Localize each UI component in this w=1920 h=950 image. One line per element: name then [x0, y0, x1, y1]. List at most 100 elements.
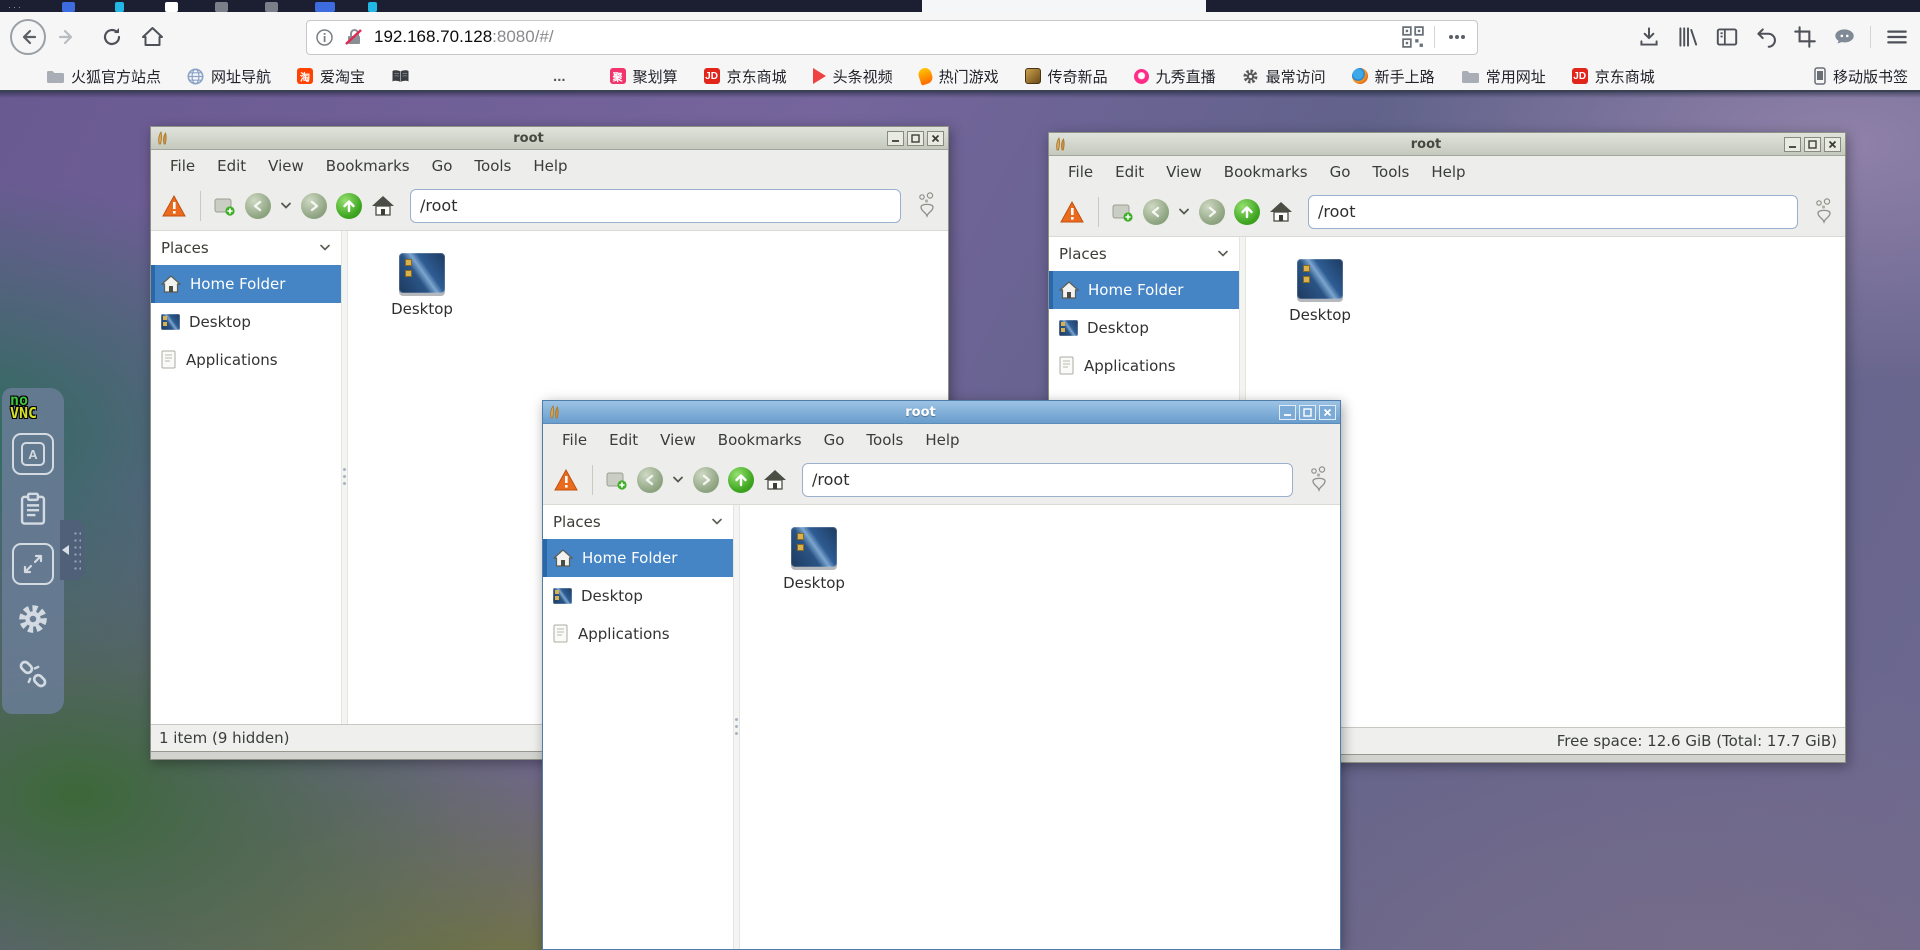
- pointer-tool-icon[interactable]: [1813, 197, 1835, 226]
- history-dropdown-icon[interactable]: [672, 476, 684, 484]
- file-item-desktop[interactable]: Desktop: [1282, 259, 1358, 324]
- new-tab-icon[interactable]: [214, 196, 236, 216]
- bookmark-item[interactable]: 九秀直播: [1133, 66, 1216, 87]
- menu-tools[interactable]: Tools: [463, 157, 522, 175]
- pane-splitter[interactable]: [341, 231, 348, 724]
- up-button[interactable]: [336, 192, 362, 219]
- sidebar-item-desktop[interactable]: Desktop: [543, 577, 733, 615]
- clipboard-button[interactable]: [12, 488, 54, 530]
- bookmark-item[interactable]: 火狐官方站点: [46, 66, 161, 87]
- disconnect-button[interactable]: [12, 653, 54, 695]
- places-header[interactable]: Places: [1049, 237, 1239, 271]
- menu-file[interactable]: File: [159, 157, 206, 175]
- close-button[interactable]: [1319, 404, 1336, 420]
- back-button[interactable]: [10, 19, 46, 55]
- history-dropdown-icon[interactable]: [1178, 208, 1190, 216]
- sidebar-item-home-folder[interactable]: Home Folder: [1049, 271, 1239, 309]
- menu-help[interactable]: Help: [914, 431, 970, 449]
- close-button[interactable]: [1824, 136, 1841, 152]
- back-button[interactable]: [1143, 198, 1169, 225]
- home-button[interactable]: [371, 195, 395, 217]
- reload-button[interactable]: [98, 26, 126, 48]
- bookmark-item[interactable]: 头条视频: [812, 66, 893, 87]
- file-item-desktop[interactable]: Desktop: [776, 527, 852, 592]
- sidebar-toggle-icon[interactable]: [1714, 24, 1740, 50]
- forward-button[interactable]: [52, 27, 82, 47]
- library-icon[interactable]: [1675, 24, 1701, 50]
- site-info-icon[interactable]: [315, 28, 334, 47]
- path-input[interactable]: [410, 188, 901, 223]
- menu-go[interactable]: Go: [421, 157, 464, 175]
- bookmark-item[interactable]: 聚聚划算: [609, 66, 678, 87]
- sidebar-item-desktop[interactable]: Desktop: [1049, 309, 1239, 347]
- mobile-bookmarks-item[interactable]: 移动版书签: [1814, 66, 1908, 87]
- chat-extension-icon[interactable]: [1831, 24, 1857, 50]
- bookmark-item[interactable]: 传奇新品: [1024, 66, 1108, 87]
- forward-button[interactable]: [301, 192, 327, 219]
- menu-edit[interactable]: Edit: [598, 431, 649, 449]
- menu-go[interactable]: Go: [1319, 163, 1362, 181]
- pointer-tool-icon[interactable]: [1308, 465, 1330, 494]
- maximize-button[interactable]: [1299, 404, 1316, 420]
- menu-view[interactable]: View: [649, 431, 707, 449]
- file-item-desktop[interactable]: Desktop: [384, 253, 460, 318]
- new-tab-icon[interactable]: [1112, 202, 1134, 222]
- fullscreen-button[interactable]: [12, 543, 54, 585]
- menu-view[interactable]: View: [1155, 163, 1213, 181]
- bookmark-item[interactable]: 最常访问: [1242, 66, 1326, 87]
- bookmark-item[interactable]: JD 京东商城: [703, 66, 787, 87]
- menu-view[interactable]: View: [257, 157, 315, 175]
- tab-strip[interactable]: ···: [0, 0, 1920, 12]
- menu-hamburger-icon[interactable]: [1884, 24, 1910, 50]
- back-button[interactable]: [245, 192, 271, 219]
- sidebar-item-applications[interactable]: Applications: [543, 615, 733, 653]
- maximize-button[interactable]: [907, 130, 924, 146]
- menu-file[interactable]: File: [1057, 163, 1104, 181]
- menu-help[interactable]: Help: [522, 157, 578, 175]
- tab-favicon[interactable]: [115, 2, 124, 12]
- bookmark-item[interactable]: JD 京东商城: [1571, 66, 1655, 87]
- menu-bookmarks[interactable]: Bookmarks: [707, 431, 813, 449]
- titlebar[interactable]: root: [543, 401, 1340, 424]
- url-bar[interactable]: 192.168.70.128:8080/#/: [306, 19, 1478, 55]
- minimize-button[interactable]: [1279, 404, 1296, 420]
- bookmark-item[interactable]: 网址导航: [187, 66, 271, 87]
- bookmark-item[interactable]: [391, 69, 417, 84]
- minimize-button[interactable]: [1784, 136, 1801, 152]
- control-bar-handle[interactable]: [60, 520, 84, 580]
- tab-favicon[interactable]: [62, 2, 75, 12]
- bookmark-item[interactable]: 淘爱淘宝: [297, 66, 365, 87]
- up-button[interactable]: [1234, 198, 1260, 225]
- menu-edit[interactable]: Edit: [1104, 163, 1155, 181]
- places-header[interactable]: Places: [543, 505, 733, 539]
- back-button[interactable]: [637, 466, 663, 493]
- forward-button[interactable]: [1199, 198, 1225, 225]
- tab-favicon[interactable]: [165, 2, 178, 12]
- history-dropdown-icon[interactable]: [280, 202, 292, 210]
- bookmark-item[interactable]: 新手上路: [1351, 66, 1435, 87]
- download-icon[interactable]: [1636, 24, 1662, 50]
- active-tab[interactable]: [922, 0, 1206, 12]
- maximize-button[interactable]: [1804, 136, 1821, 152]
- pointer-tool-icon[interactable]: [916, 191, 938, 220]
- home-button[interactable]: [763, 469, 787, 491]
- file-manager-window-3[interactable]: root File Edit View Bookmarks Go Tools H…: [542, 400, 1341, 950]
- bookmark-item[interactable]: 常用网址: [1461, 66, 1546, 87]
- page-actions-icon[interactable]: [1445, 25, 1469, 49]
- sidebar-item-home-folder[interactable]: Home Folder: [151, 265, 341, 303]
- titlebar[interactable]: root: [1049, 133, 1845, 156]
- url-text[interactable]: 192.168.70.128:8080/#/: [374, 27, 554, 47]
- home-button[interactable]: [1269, 201, 1293, 223]
- menu-tools[interactable]: Tools: [855, 431, 914, 449]
- menu-file[interactable]: File: [551, 431, 598, 449]
- tab-favicon[interactable]: [315, 2, 335, 12]
- forward-button[interactable]: [693, 466, 719, 493]
- minimize-button[interactable]: [887, 130, 904, 146]
- menu-bookmarks[interactable]: Bookmarks: [1213, 163, 1319, 181]
- file-view[interactable]: Desktop: [740, 505, 1340, 949]
- sidebar-item-applications[interactable]: Applications: [151, 341, 341, 379]
- sidebar-item-applications[interactable]: Applications: [1049, 347, 1239, 385]
- undo-icon[interactable]: [1753, 24, 1779, 50]
- extra-keys-button[interactable]: A: [12, 433, 54, 475]
- menu-bookmarks[interactable]: Bookmarks: [315, 157, 421, 175]
